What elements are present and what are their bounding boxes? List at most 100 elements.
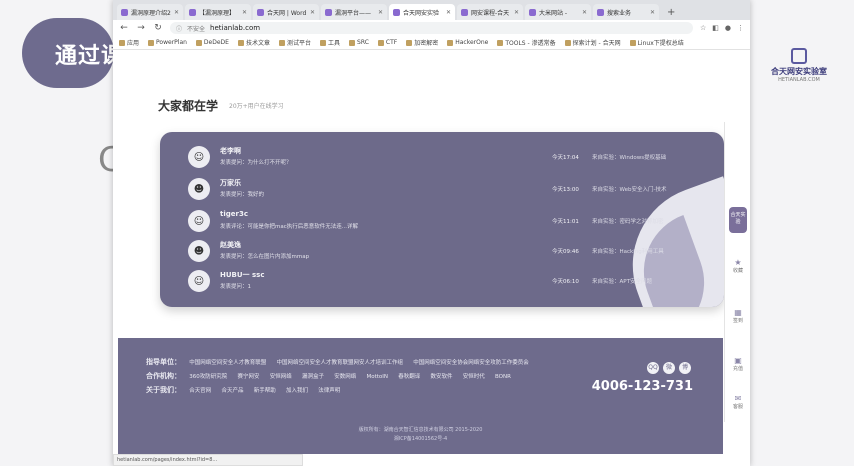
- icp-number[interactable]: 湘ICP备14001562号-4: [118, 435, 723, 442]
- footer-link[interactable]: 合天官网: [189, 388, 211, 394]
- forward-icon[interactable]: →: [136, 23, 146, 33]
- bookmark-item[interactable]: SRC: [349, 39, 369, 46]
- learner-topic[interactable]: 发表提问：1: [220, 282, 251, 290]
- close-icon[interactable]: ✕: [242, 9, 247, 16]
- learner-name: HUBU一 ssc: [220, 271, 265, 279]
- tab[interactable]: 网安课程-合天 ✕: [457, 4, 523, 20]
- bookmark-item[interactable]: Linux下提权总结: [629, 38, 684, 47]
- footer-link[interactable]: 赛宁网安: [237, 374, 259, 380]
- bookmark-item[interactable]: 加密解密: [406, 38, 438, 47]
- course-name[interactable]: 密码学之对称加密: [620, 219, 664, 225]
- weibo-icon[interactable]: 博: [679, 362, 691, 374]
- learner-course[interactable]: 来自实验：APT安全问题: [592, 277, 652, 285]
- url-text[interactable]: hetianlab.com: [210, 24, 260, 32]
- footer-link[interactable]: 数安软件: [430, 374, 452, 380]
- tab-favicon-icon: [597, 8, 604, 16]
- learner-row[interactable]: ☺ 老李啊 发表提问：为什么打不开呢？ 今天17:04 来自实验：Windows…: [188, 146, 708, 174]
- bookmark-item[interactable]: 工具: [320, 38, 340, 47]
- close-icon[interactable]: ✕: [514, 9, 519, 16]
- footer-link[interactable]: BONR: [495, 374, 511, 380]
- bookmark-icon: [564, 39, 571, 46]
- bookmark-item[interactable]: 测试平台: [278, 38, 311, 47]
- course-name[interactable]: Web安全入门-技术: [620, 187, 667, 193]
- sidebar-item-favorite[interactable]: ★ 收藏: [725, 258, 750, 274]
- bookmark-item[interactable]: HackerOne: [447, 39, 488, 46]
- learner-row[interactable]: ☻ 万家乐 发表提问：我好的 今天13:00 来自实验：Web安全入门-技术: [188, 178, 708, 206]
- close-icon[interactable]: ✕: [650, 9, 655, 16]
- sidebar-item-service[interactable]: ✉ 客服: [725, 394, 750, 410]
- footer-link[interactable]: 加入我们: [286, 388, 308, 394]
- bookmark-item[interactable]: 应用: [119, 38, 139, 47]
- bookmark-item[interactable]: CTF: [377, 39, 397, 46]
- close-icon[interactable]: ✕: [310, 9, 315, 16]
- learner-topic[interactable]: 发表评论：可能是你把mac执行后恶意软件无法连...详解: [220, 222, 358, 230]
- footer-link[interactable]: 安数网络: [334, 374, 356, 380]
- folder-icon: [278, 39, 285, 46]
- footer-link[interactable]: 中国网络空间安全协会网络安全攻防工作委员会: [413, 360, 529, 366]
- footer-link[interactable]: MottoIN: [366, 374, 388, 380]
- tab[interactable]: 搜索业务 ✕: [593, 4, 659, 20]
- wechat-icon[interactable]: 微: [663, 362, 675, 374]
- profile-icon[interactable]: ●: [725, 24, 731, 32]
- menu-icon[interactable]: ⋮: [737, 24, 744, 32]
- sidebar-item-checkin[interactable]: ▦ 签到: [725, 308, 750, 324]
- bookmark-label: TOOLS - 渗透常备: [505, 40, 556, 47]
- sidebar-highlight[interactable]: 合天实验: [729, 207, 747, 233]
- new-tab-button[interactable]: +: [661, 7, 681, 20]
- address-bar[interactable]: ⓘ 不安全 hetianlab.com: [170, 22, 693, 34]
- learner-course[interactable]: 来自实验：Windows提权基础: [592, 153, 666, 161]
- course-name[interactable]: APT安全问题: [620, 279, 652, 285]
- back-icon[interactable]: ←: [119, 23, 129, 33]
- learner-time: 今天17:04: [552, 155, 579, 161]
- course-name[interactable]: Hacking利用工具: [620, 249, 664, 255]
- star-icon[interactable]: ☆: [700, 24, 706, 32]
- footer-link[interactable]: 漏洞盒子: [302, 374, 324, 380]
- sidebar-item-recharge[interactable]: ▣ 充值: [725, 356, 750, 372]
- tab[interactable]: 【漏洞原理】 ✕: [185, 4, 251, 20]
- apps-icon: [119, 39, 125, 46]
- bookmark-item[interactable]: 技术文章: [237, 38, 270, 47]
- footer-link[interactable]: 中国网络空间安全人才教育联盟网安人才培训工作组: [276, 360, 403, 366]
- learner-row[interactable]: ☻ 赵美逸 发表提问：怎么在图片内添加mmap 今天09:46 来自实验：Hac…: [188, 240, 708, 268]
- qq-icon[interactable]: QQ: [647, 362, 659, 374]
- info-icon[interactable]: ⓘ: [176, 24, 182, 33]
- close-icon[interactable]: ✕: [582, 9, 587, 16]
- reload-icon[interactable]: ↻: [153, 23, 163, 33]
- learner-row[interactable]: ☺ tiger3c 发表评论：可能是你把mac执行后恶意软件无法连...详解 今…: [188, 210, 708, 238]
- bookmark-label: HackerOne: [455, 39, 489, 46]
- learner-topic[interactable]: 发表提问：为什么打不开呢？: [220, 158, 292, 166]
- course-name[interactable]: Windows提权基础: [620, 155, 667, 161]
- learner-course[interactable]: 来自实验：密码学之对称加密: [592, 217, 664, 225]
- section-subtitle: 20万+用户在线学习: [229, 103, 284, 110]
- footer-link[interactable]: 法律声明: [318, 388, 340, 394]
- close-icon[interactable]: ✕: [174, 9, 179, 16]
- learner-course[interactable]: 来自实验：Web安全入门-技术: [592, 185, 667, 193]
- bookmark-item[interactable]: PowerPlan: [148, 39, 187, 46]
- bookmark-item[interactable]: TOOLS - 渗透常备: [497, 38, 556, 47]
- tab-favicon-icon: [393, 8, 400, 16]
- tab[interactable]: 漏洞平台—— ✕: [321, 4, 387, 20]
- learner-topic[interactable]: 发表提问：怎么在图片内添加mmap: [220, 252, 309, 260]
- bookmark-icon: [195, 39, 202, 46]
- bookmark-item[interactable]: 探索计划 - 合天网: [564, 38, 621, 47]
- footer-link[interactable]: 新手帮助: [254, 388, 276, 394]
- sidebar-label: 客服: [732, 404, 743, 410]
- tab[interactable]: 合天网 | Word ✕: [253, 4, 319, 20]
- bookmark-item[interactable]: DeDeDE: [195, 39, 229, 46]
- learner-row[interactable]: ☺ HUBU一 ssc 发表提问：1 今天06:10 来自实验：APT安全问题: [188, 270, 708, 298]
- footer-link[interactable]: 中国网络空间安全人才教育联盟: [189, 360, 266, 366]
- footer-link[interactable]: 合天产品: [221, 388, 243, 394]
- close-icon[interactable]: ✕: [378, 9, 383, 16]
- extension-icon[interactable]: ◧: [712, 24, 719, 32]
- bookmark-icon: [629, 39, 636, 46]
- footer-link[interactable]: 360攻防研究院: [189, 374, 227, 380]
- tab[interactable]: 大米网站 - ✕: [525, 4, 591, 20]
- tab[interactable]: 漏洞原理介绍2 ✕: [117, 4, 183, 20]
- footer-link[interactable]: 春秋翻译: [398, 374, 420, 380]
- footer-link[interactable]: 安恒时代: [463, 374, 485, 380]
- tab-active[interactable]: 合天网安实验 ✕: [389, 4, 455, 20]
- learner-topic[interactable]: 发表提问：我好的: [220, 190, 264, 198]
- footer-link[interactable]: 安恒网络: [270, 374, 292, 380]
- close-icon[interactable]: ✕: [446, 9, 451, 16]
- learner-course[interactable]: 来自实验：Hacking利用工具: [592, 247, 664, 255]
